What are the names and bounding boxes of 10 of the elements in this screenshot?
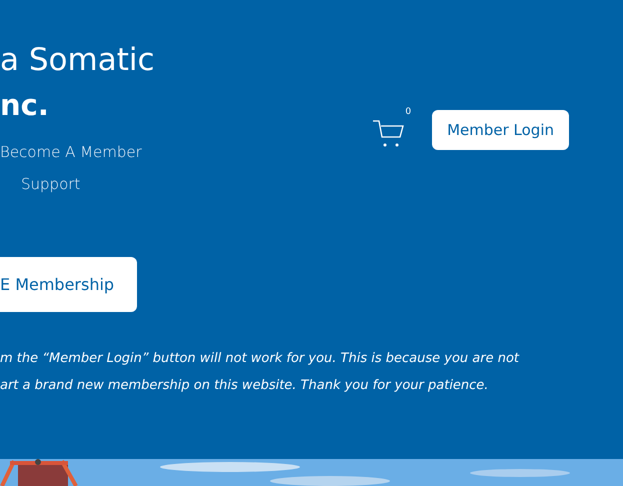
nav-link[interactable]: Become A Member (0, 142, 142, 163)
nav-link[interactable]: Support (21, 174, 80, 195)
cart-count: 0 (405, 107, 412, 117)
member-login-button[interactable]: Member Login (432, 110, 569, 150)
membership-button[interactable]: E Membership (0, 257, 138, 312)
site-title: a Somatic (0, 41, 155, 80)
notice-text: m the “Member Login” button will not work for you. This is because you are not (0, 350, 520, 368)
notice-text: art a brand new membership on this website. Thank you for your patience. (0, 377, 490, 395)
cart-icon[interactable] (372, 119, 404, 149)
site-title: nc. (0, 87, 50, 124)
